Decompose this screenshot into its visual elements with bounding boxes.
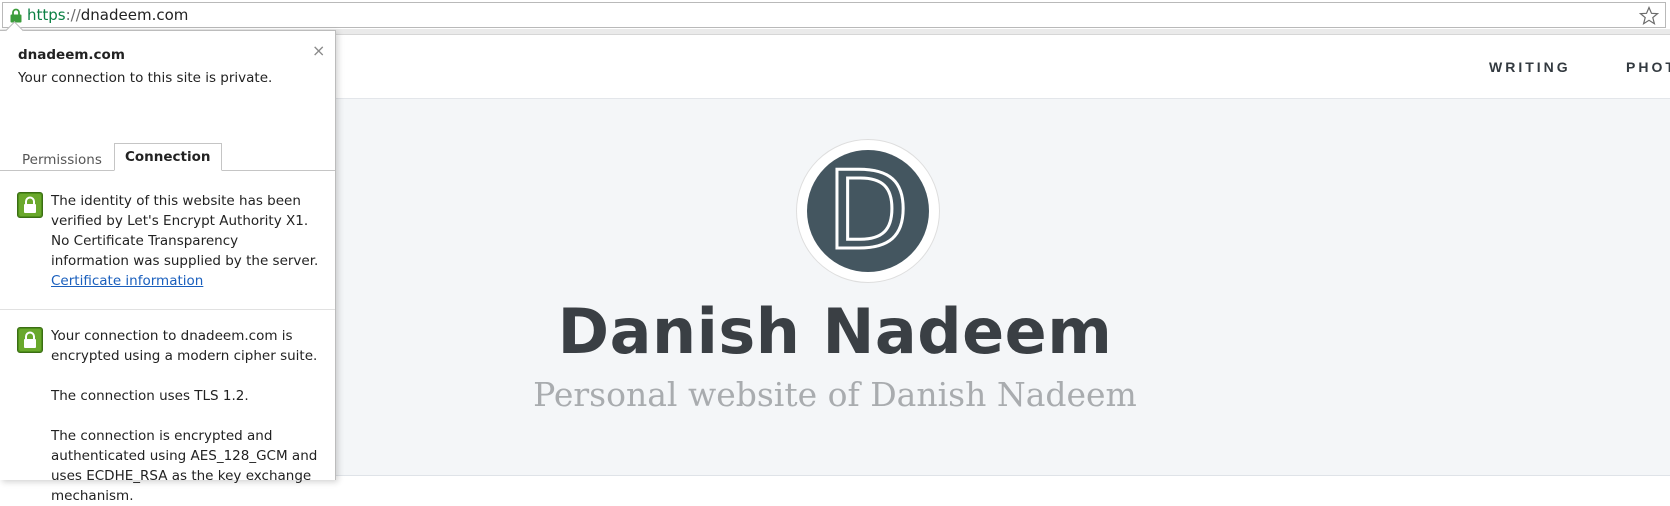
popup-status: Your connection to this site is private. [18,70,273,86]
url-host: dnadeem.com [80,6,189,24]
star-icon[interactable] [1638,5,1660,26]
identity-line: No Certificate Transparency [51,233,239,249]
url-scheme: https [27,6,66,24]
site-info-popup: dnadeem.com Your connection to this site… [0,21,336,504]
lock-icon [17,192,43,218]
tab-permissions[interactable]: Permissions [22,152,102,168]
popup-tabs: Permissions Connection [0,111,335,171]
close-icon[interactable]: × [312,43,325,59]
connection-line: encrypted using a modern cipher suite. [51,348,318,364]
avatar-letter-graphic: D [825,150,911,272]
connection-line: uses ECDHE_RSA as the key exchange [51,468,312,484]
connection-tls: The connection uses TLS 1.2. [51,388,249,404]
identity-text: The identity of this website has been ve… [51,191,321,291]
connection-text: Your connection to dnadeem.com is encryp… [51,326,321,506]
url-separator: :// [65,6,81,24]
section-divider [0,309,335,310]
popup-site-name: dnadeem.com [18,47,125,63]
avatar-monogram: D [807,150,929,272]
avatar: D [796,139,940,283]
connection-line: Your connection to dnadeem.com is [51,328,293,344]
avatar-letter: D [826,150,909,272]
tab-connection[interactable]: Connection [114,143,222,171]
nav-photo[interactable]: PHOTO [1626,35,1670,98]
identity-line: information was supplied by the server. [51,253,319,269]
certificate-information-link[interactable]: Certificate information [51,273,203,289]
connection-line: mechanism. [51,488,134,504]
identity-line: verified by Let's Encrypt Authority X1. [51,213,309,229]
address-bar[interactable]: https://dnadeem.com [2,2,1666,28]
identity-line: The identity of this website has been [51,193,301,209]
connection-line: The connection is encrypted and [51,428,273,444]
url-text[interactable]: https://dnadeem.com [27,6,188,24]
nav-writing[interactable]: WRITING [1489,35,1571,98]
lock-icon [17,327,43,353]
connection-line: authenticated using AES_128_GCM and [51,448,318,464]
